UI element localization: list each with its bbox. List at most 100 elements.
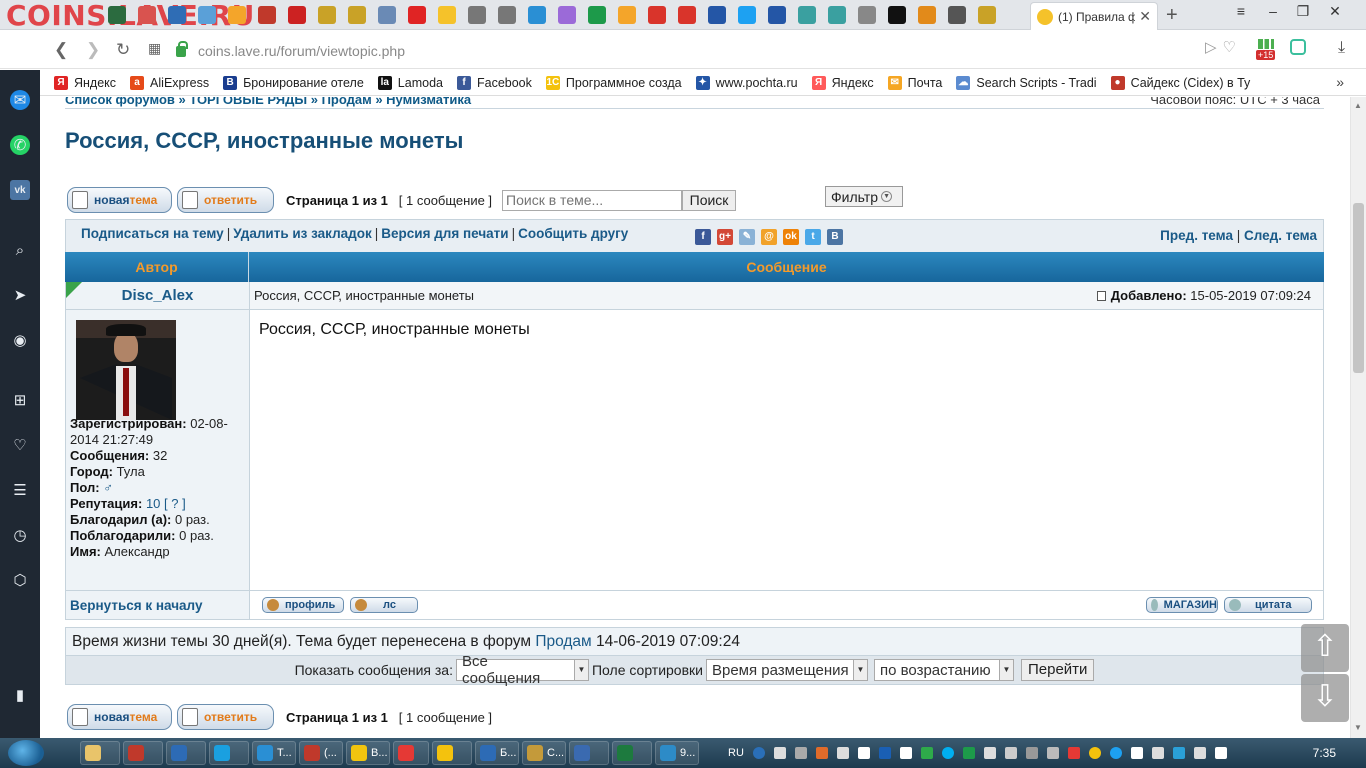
livejournal-icon[interactable]: ✎ [739,229,755,245]
tab-icon[interactable] [108,6,126,24]
tab-icon[interactable] [558,6,576,24]
vk-icon[interactable]: vk [10,180,30,200]
tab-icon[interactable] [858,6,876,24]
tab-icon[interactable] [168,6,186,24]
reply-button[interactable]: ответить [177,187,274,213]
taskbar-app-button[interactable] [569,741,609,765]
remove-bookmark-link[interactable]: Удалить из закладок [233,226,372,241]
sidebar-toggle-icon[interactable]: ▮ [10,685,30,705]
reputation-value[interactable]: 10 [146,496,160,511]
taskbar-app-button[interactable] [612,741,652,765]
filter-button[interactable]: Фильтр ▼ [825,186,903,207]
tab-icon[interactable] [528,6,546,24]
minimize-button[interactable]: – [1258,0,1288,24]
tab-icon[interactable] [408,6,426,24]
topic-search-button[interactable]: Поиск [682,189,737,211]
send-icon[interactable]: ▷ [1205,38,1217,56]
grid-icon[interactable]: ⊞ [10,390,30,410]
tray-icon[interactable] [1004,747,1017,759]
forward-icon[interactable]: ❯ [86,40,100,60]
scroll-down-button[interactable]: ⇩ [1301,674,1349,722]
tray-icon[interactable] [1088,747,1101,759]
start-button[interactable] [8,740,44,766]
taskbar-app-button[interactable]: Б... [475,741,519,765]
scroll-up-arrow-icon[interactable]: ▲ [1354,101,1362,110]
prev-topic-link[interactable]: Пред. тема [1160,228,1233,243]
tab-icon[interactable] [948,6,966,24]
topic-title[interactable]: Россия, СССР, иностранные монеты [65,128,463,154]
tell-friend-link[interactable]: Сообщить другу [518,226,628,241]
twitter-icon[interactable]: t [805,229,821,245]
bookmark-item[interactable]: ✉ Почта [887,75,942,90]
url-text[interactable]: coins.lave.ru/forum/viewtopic.php [198,43,405,59]
bookmark-item[interactable]: f Facebook [456,75,532,90]
taskbar-app-button[interactable] [432,741,472,765]
new-tab-button[interactable]: + [1166,4,1178,27]
maximize-button[interactable]: ❐ [1288,0,1318,24]
download-icon[interactable]: ⤓ [1338,39,1345,57]
clock[interactable]: 7:35 [1313,746,1336,760]
bookmark-item[interactable]: 1C Программное созда [545,75,682,90]
bookmark-item[interactable]: Я Яндекс [811,75,874,90]
tab-icon[interactable] [438,6,456,24]
bookmark-item[interactable]: B Бронирование отеле [223,75,364,90]
shield-icon[interactable] [920,747,933,759]
lifetime-forum-link[interactable]: Продам [535,633,591,650]
messenger-icon[interactable]: ✉ [10,90,30,110]
reputation-help-link[interactable]: ? [171,496,178,511]
volume-icon[interactable] [1214,747,1227,759]
tab-icon[interactable] [768,6,786,24]
sort-field-select[interactable]: Время размещения ▼ [705,659,868,681]
tray-icon[interactable] [983,747,996,759]
quote-button[interactable]: цитата [1224,597,1312,613]
scroll-down-arrow-icon[interactable]: ▼ [1354,723,1362,732]
vkontakte-icon[interactable]: B [827,229,843,245]
url-field[interactable]: coins.lave.ru/forum/viewtopic.php ▷ ♡ [176,38,1246,64]
tray-icon[interactable] [815,747,828,759]
tab-icon[interactable] [198,6,216,24]
taskbar-app-button[interactable]: (... [299,741,343,765]
taskbar-app-button[interactable] [393,741,429,765]
bookmark-item[interactable]: ● Сайдекс (Cidex) в Ту [1110,75,1250,90]
bookmark-item[interactable]: a AliExpress [130,75,209,90]
sort-order-select[interactable]: по возрастанию ▼ [873,659,1014,681]
odnoklassniki-icon[interactable]: ok [783,229,799,245]
camera-icon[interactable]: ◉ [10,330,30,350]
tab-icon[interactable] [708,6,726,24]
bookmark-item[interactable]: ☁ Search Scripts - Tradi [956,75,1097,90]
go-button[interactable]: Перейти [1020,659,1095,681]
active-tab[interactable]: (1) Правила ф ✕ [1030,2,1158,30]
language-indicator[interactable]: RU [728,747,744,759]
profile-button[interactable]: профиль [262,597,344,613]
skype-icon[interactable] [941,747,954,759]
tab-icon[interactable] [888,6,906,24]
taskbar-app-button[interactable] [166,741,206,765]
tray-icon[interactable] [1025,747,1038,759]
reload-icon[interactable]: ↻ [116,40,130,60]
tray-icon[interactable] [836,747,849,759]
send-icon[interactable]: ➤ [10,285,30,305]
tab-icon[interactable] [828,6,846,24]
tab-icon[interactable] [468,6,486,24]
scroll-up-button[interactable]: ⇧ [1301,624,1349,672]
shop-button[interactable]: МАГАЗИН [1146,597,1218,613]
signal-icon[interactable] [899,747,912,759]
clock-icon[interactable]: ◷ [10,525,30,545]
favorite-heart-icon[interactable]: ♡ [1223,38,1236,56]
more-bookmarks-icon[interactable]: » [1336,74,1344,90]
tray-icon[interactable] [1067,747,1080,759]
tray-icon[interactable] [1193,747,1206,759]
close-tab-icon[interactable]: ✕ [1139,8,1151,25]
post-icon[interactable] [1096,291,1106,301]
facebook-icon[interactable]: f [695,229,711,245]
whatsapp-icon[interactable]: ✆ [10,135,30,155]
tray-icon[interactable] [1046,747,1059,759]
bookmark-item[interactable]: la Lamoda [377,75,443,90]
help-icon[interactable] [752,747,765,759]
tray-icon[interactable] [1151,747,1164,759]
taskbar-app-button[interactable]: T... [252,741,296,765]
extension-icon[interactable] [1290,39,1306,55]
tray-icon[interactable] [857,747,870,759]
show-posts-select[interactable]: Все сообщения ▼ [455,653,589,687]
next-topic-link[interactable]: След. тема [1244,228,1317,243]
